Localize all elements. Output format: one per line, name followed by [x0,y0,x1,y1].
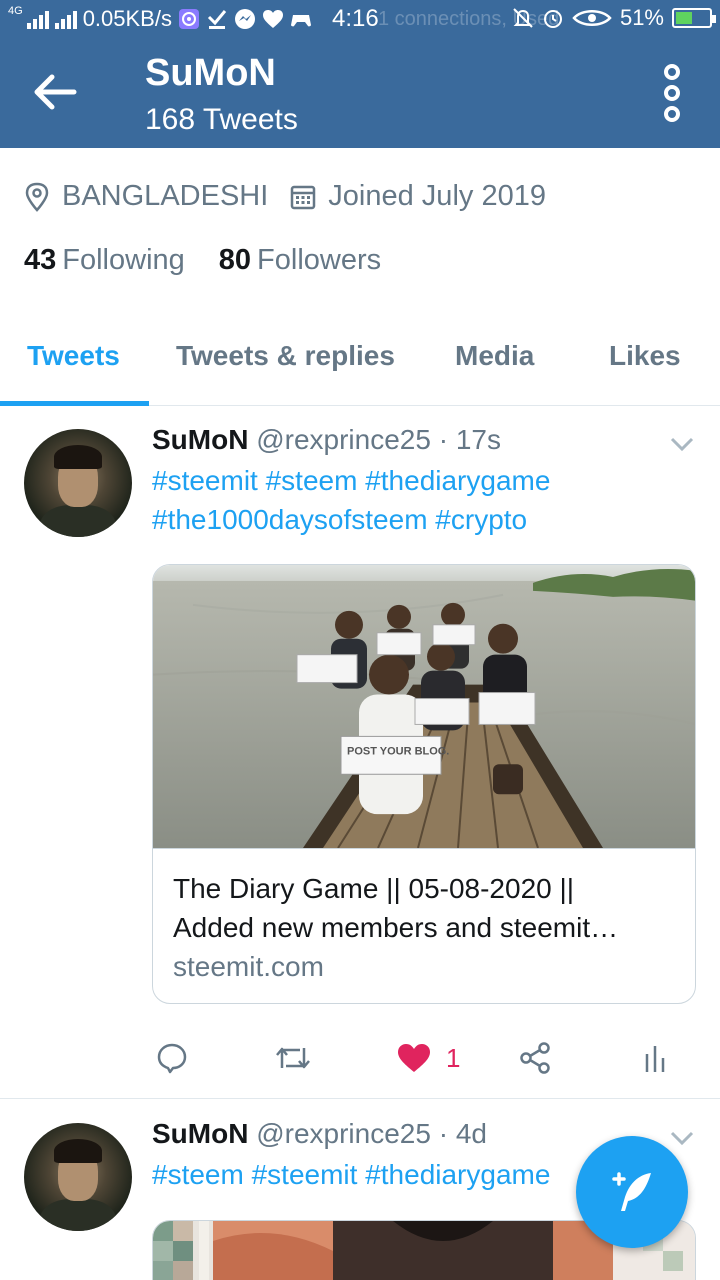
chevron-down-icon[interactable] [670,436,694,452]
hashtag-line[interactable]: #steemit #steem #thediarygame [152,461,692,500]
battery-percent: 51% [619,5,664,30]
tweet-author-handle: @rexprince25 [256,1118,431,1149]
tweet-actions: 1 [0,1036,720,1080]
heart-notification-icon [262,8,284,30]
tweet-time: · 17s [438,424,501,455]
link-card[interactable]: POST YOUR BLOG. The Diary Game || 05-08-… [152,564,696,1004]
avatar-hair [54,445,102,469]
clock: 4:16 [332,5,379,32]
avatar-body [40,1199,116,1231]
link-card-title-line: Added new members and steemit… [173,912,619,943]
analytics-icon [645,1046,665,1072]
heart-filled-icon [398,1044,430,1072]
tweet-header: SuMoN @rexprince25 · 17s [152,424,501,456]
tweet-time: · 4d [438,1118,487,1149]
follow-stats: 43 Following 80 Followers [24,244,415,277]
reply-icon [157,1043,187,1074]
profile-joined: Joined July 2019 [328,180,546,212]
link-card-title-line: The Diary Game || 05-08-2020 || [173,873,575,904]
retweet-button[interactable] [274,1040,312,1076]
followers-link[interactable]: 80 Followers [219,244,381,277]
tweet-author-name[interactable]: SuMoN [152,1118,248,1149]
hashtag-line[interactable]: #the1000daysofsteem #crypto [152,500,692,539]
active-tab-indicator [0,401,149,406]
profile-tabs: Tweets Tweets & replies Media Likes [0,318,720,406]
calendar-icon [291,185,316,209]
followers-count: 80 [218,244,252,276]
like-button[interactable]: 1 [396,1040,460,1076]
profile-header: SuMoN 168 Tweets [0,38,720,148]
chevron-down-icon[interactable] [670,1130,694,1146]
tweet-author-name[interactable]: SuMoN [152,424,248,455]
header-title: SuMoN [145,52,276,94]
share-icon [520,1042,550,1074]
app-bar: 4G 0.05KB/s 4:16 1 connections, Used 51%… [0,0,720,148]
analytics-button[interactable] [644,1040,668,1076]
link-card-domain: steemit.com [173,951,324,982]
game-controller-icon [290,8,312,30]
sign-text: POST YOUR BLOG. [347,745,449,757]
more-options-button[interactable] [660,64,684,122]
network-speed: 0.05KB/s [82,6,172,31]
followers-label: Followers [257,244,382,276]
retweet-icon [276,1047,310,1069]
following-count: 43 [24,244,57,276]
tweet-header: SuMoN @rexprince25 · 4d [152,1118,487,1150]
mute-icon [512,7,534,29]
link-card-title: The Diary Game || 05-08-2020 || Added ne… [173,869,673,947]
tweet-text: #steemit #steem #thediarygame #the1000da… [152,461,692,539]
following-label: Following [62,244,185,276]
more-dot-icon [664,64,680,80]
tab-likes[interactable]: Likes [609,340,681,372]
messenger-icon [234,8,256,30]
tweet-author-handle: @rexprince25 [256,424,431,455]
compose-feather-icon [612,1172,651,1211]
tweet-count: 168 Tweets [145,103,298,136]
alarm-icon [542,7,564,29]
more-dot-icon [664,85,680,101]
location-pin-icon [25,182,49,212]
tab-media[interactable]: Media [455,340,534,372]
eye-comfort-icon [572,7,612,29]
download-done-icon [206,8,228,30]
profile-location: BANGLADESHI [62,180,269,212]
tab-tweets-replies[interactable]: Tweets & replies [176,340,395,372]
profile-meta: BANGLADESHI Joined July 2019 [24,180,568,213]
reply-button[interactable] [156,1040,188,1076]
app-notification-icon [178,8,200,30]
avatar[interactable] [24,429,132,537]
avatar-body [40,505,116,537]
avatar[interactable] [24,1123,132,1231]
share-button[interactable] [518,1040,552,1076]
network-type: 4G [8,5,23,17]
following-link[interactable]: 43 Following [24,244,185,277]
tweet-divider [0,1098,720,1099]
tab-tweets[interactable]: Tweets [27,340,120,372]
arrow-left-icon [34,74,77,110]
signal-icon [26,9,49,29]
more-dot-icon [664,106,680,122]
like-count: 1 [446,1042,461,1073]
link-card-image: POST YOUR BLOG. [153,565,695,849]
compose-tweet-button[interactable] [576,1136,688,1248]
back-button[interactable] [26,62,86,122]
signal-2-icon [54,9,77,29]
battery-icon [672,8,716,28]
avatar-hair [54,1139,102,1163]
status-bar: 4G 0.05KB/s 4:16 1 connections, Used 51% [0,0,720,38]
